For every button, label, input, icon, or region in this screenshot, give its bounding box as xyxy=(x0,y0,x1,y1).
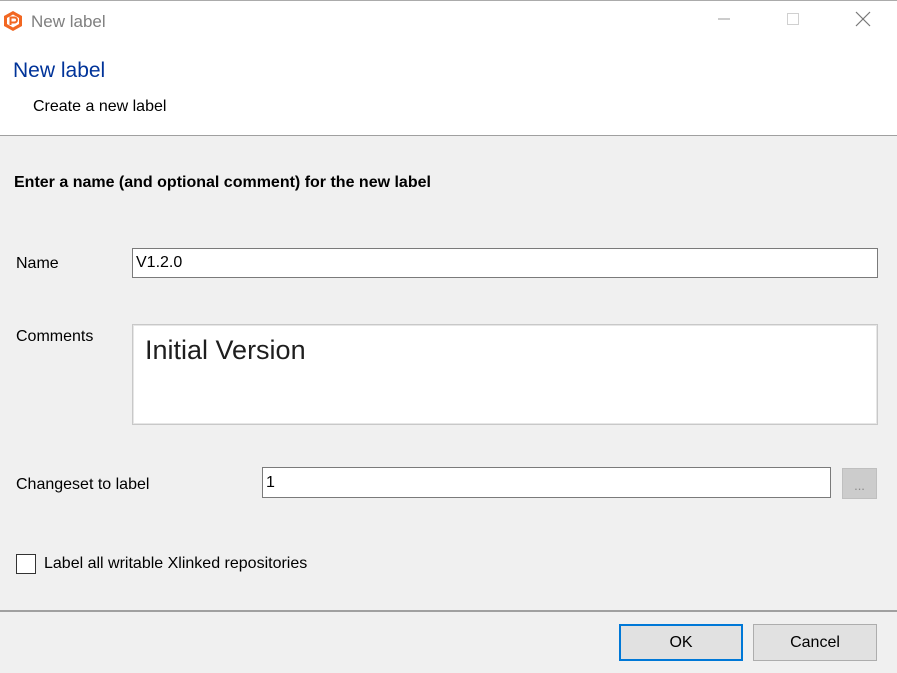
comments-textarea-value: Initial Version xyxy=(145,335,306,365)
name-input[interactable]: V1.2.0 xyxy=(132,248,878,278)
new-label-dialog: New label New label Create a new label E… xyxy=(0,0,897,673)
comments-textarea[interactable]: Initial Version xyxy=(132,324,878,425)
minimize-icon xyxy=(717,12,731,31)
ok-button[interactable]: OK xyxy=(619,624,743,661)
maximize-icon xyxy=(786,12,800,31)
name-label: Name xyxy=(16,255,59,272)
header-title: New label xyxy=(13,59,106,82)
title-bar[interactable]: New label xyxy=(0,1,897,41)
changeset-input-value: 1 xyxy=(266,473,275,491)
window-title: New label xyxy=(31,12,106,31)
close-icon xyxy=(855,11,871,32)
changeset-input[interactable]: 1 xyxy=(262,467,831,498)
dialog-header: New label Create a new label xyxy=(0,41,897,136)
name-input-value: V1.2.0 xyxy=(136,254,183,271)
close-button[interactable] xyxy=(833,1,893,41)
header-subtitle: Create a new label xyxy=(33,98,167,115)
plastic-scm-logo-icon xyxy=(2,10,24,32)
maximize-button[interactable] xyxy=(763,1,823,41)
cancel-button[interactable]: Cancel xyxy=(753,624,877,661)
form-instruction: Enter a name (and optional comment) for … xyxy=(14,174,431,191)
browse-changeset-button[interactable]: ... xyxy=(842,468,877,499)
xlinked-checkbox[interactable] xyxy=(16,554,36,574)
minimize-button[interactable] xyxy=(694,1,754,41)
changeset-label: Changeset to label xyxy=(16,476,150,493)
xlinked-checkbox-label[interactable]: Label all writable Xlinked repositories xyxy=(44,555,307,573)
comments-label: Comments xyxy=(16,328,94,345)
